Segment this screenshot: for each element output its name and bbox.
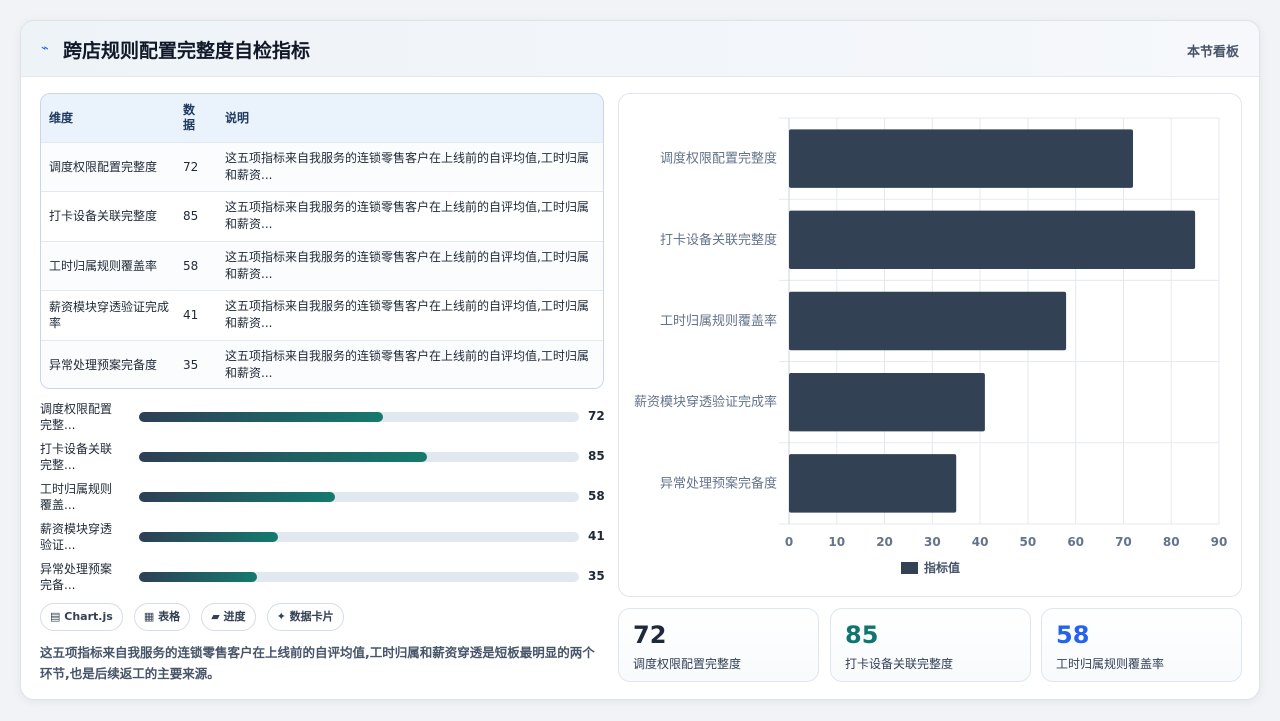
sparkle-icon: ✦ (276, 610, 286, 623)
progress-label: 调度权限配置完整... (40, 402, 113, 432)
row-dimension: 薪资模块穿透验证完成率 (49, 300, 170, 331)
progress-label: 打卡设备关联完整... (40, 442, 113, 472)
progress-track (139, 492, 579, 502)
progress-label: 异常处理预案完备... (40, 562, 113, 592)
bar (789, 129, 1133, 188)
page-title: 跨店规则配置完整度自检指标 (63, 40, 311, 62)
bar-chart-svg: 调度权限配置完整度打卡设备关联完整度工时归属规则覆盖率薪资模块穿透验证完成率异常… (634, 117, 1228, 575)
column-header-data: 数据 (183, 102, 196, 132)
table-row: 薪资模块穿透验证完成率 41 这五项指标来自我服务的连锁零售客户在上线前的自评均… (41, 290, 603, 341)
x-tick-label: 0 (785, 535, 793, 549)
row-description: 这五项指标来自我服务的连锁零售客户在上线前的自评均值,工时归属和薪资... (225, 349, 589, 380)
row-dimension: 工时归属规则覆盖率 (49, 258, 158, 273)
x-tick-label: 10 (828, 535, 845, 549)
row-dimension: 打卡设备关联完整度 (49, 209, 158, 224)
stat-label: 工时归属规则覆盖率 (1056, 657, 1165, 671)
category-label: 打卡设备关联完整度 (660, 232, 777, 248)
row-value: 85 (183, 209, 199, 224)
dashboard-card: ⌁ 跨店规则配置完整度自检指标 本节看板 维度 数据 说明 调度权限配置完整度 … (20, 20, 1260, 700)
progress-row: 薪资模块穿透验证... 41 (40, 521, 605, 555)
progress-fill (139, 412, 383, 422)
row-dimension: 调度权限配置完整度 (49, 159, 158, 174)
progress-row: 打卡设备关联完整... 85 (40, 441, 605, 475)
section-board-link[interactable]: 本节看板 (1187, 41, 1239, 60)
summary-note: 这五项指标来自我服务的连锁零售客户在上线前的自评均值,工时归属和薪资穿透是短板最… (40, 645, 595, 681)
row-description: 这五项指标来自我服务的连锁零售客户在上线前的自评均值,工时归属和薪资... (225, 150, 589, 182)
category-label: 工时归属规则覆盖率 (660, 313, 777, 329)
progress-value: 35 (588, 569, 605, 583)
category-label: 异常处理预案完备度 (660, 475, 777, 491)
table-row: 工时归属规则覆盖率 58 这五项指标来自我服务的连锁零售客户在上线前的自评均值,… (41, 241, 603, 291)
progress-icon: ▰ (211, 610, 220, 623)
stat-label: 打卡设备关联完整度 (845, 657, 954, 671)
bar (789, 454, 957, 513)
stat-card: 85 打卡设备关联完整度 (830, 608, 1031, 682)
legend-label: 指标值 (924, 560, 960, 575)
table-row: 打卡设备关联完整度 85 这五项指标来自我服务的连锁零售客户在上线前的自评均值,… (41, 191, 603, 242)
metrics-table: 维度 数据 说明 调度权限配置完整度 72 这五项指标来自我服务的连锁零售客户在… (40, 93, 604, 389)
tag-list: ▤ Chart.js ▦ 表格 ▰ 进度 ✦ 数据卡片 (40, 603, 350, 631)
x-tick-label: 60 (1067, 535, 1084, 549)
legend-swatch (901, 562, 918, 574)
row-dimension: 异常处理预案完备度 (49, 358, 158, 372)
table-icon: ▦ (143, 610, 155, 623)
trend-icon: ⌁ (41, 41, 49, 56)
progress-label: 薪资模块穿透验证... (40, 522, 113, 552)
bar-chart: 调度权限配置完整度 打卡设备关联完整度 工时归属规则覆盖率薪资模块穿透验证完成率异常… (618, 93, 1242, 597)
chart-icon: ▤ (50, 610, 61, 623)
table-header-row: 维度 数据 说明 (41, 94, 603, 142)
progress-value: 41 (588, 529, 605, 543)
row-value: 72 (183, 159, 199, 174)
x-tick-label: 70 (1115, 535, 1132, 549)
x-tick-label: 40 (972, 535, 989, 549)
row-value: 41 (183, 308, 199, 323)
progress-track (139, 572, 579, 582)
tag-table[interactable]: ▦ 表格 (133, 603, 191, 631)
progress-fill (139, 452, 427, 462)
x-tick-label: 20 (876, 535, 893, 549)
row-value: 35 (183, 358, 199, 372)
stat-card: 58 工时归属规则覆盖率 (1041, 608, 1242, 682)
stat-value: 72 (633, 621, 667, 649)
stat-label: 调度权限配置完整度 (633, 657, 742, 671)
row-description: 这五项指标来自我服务的连锁零售客户在上线前的自评均值,工时归属和薪资... (225, 249, 589, 281)
row-description: 这五项指标来自我服务的连锁零售客户在上线前的自评均值,工时归属和薪资... (225, 299, 589, 331)
progress-fill (139, 532, 278, 542)
category-label: 调度权限配置完整度 (660, 151, 777, 167)
progress-fill (139, 572, 258, 582)
tag-progress[interactable]: ▰ 进度 (201, 603, 256, 631)
progress-row: 异常处理预案完备... 35 (40, 561, 605, 595)
progress-value: 58 (588, 489, 605, 503)
table-row: 异常处理预案完备度 35 这五项指标来自我服务的连锁零售客户在上线前的自评均值,… (41, 340, 603, 388)
progress-track (139, 532, 579, 542)
progress-track (139, 412, 579, 422)
x-tick-label: 50 (1020, 535, 1037, 549)
progress-row: 工时归属规则覆盖... 58 (40, 481, 605, 515)
progress-value: 85 (588, 449, 605, 463)
bar (789, 291, 1067, 351)
progress-track (139, 452, 579, 462)
row-value: 58 (183, 258, 199, 273)
stat-value: 58 (1056, 621, 1090, 649)
column-header-desc: 说明 (225, 111, 250, 126)
x-tick-label: 30 (924, 535, 941, 549)
tag-chartjs[interactable]: ▤ Chart.js (40, 603, 123, 631)
x-tick-label: 90 (1211, 535, 1228, 549)
bar (789, 372, 985, 432)
progress-value: 72 (588, 409, 605, 423)
category-label: 薪资模块穿透验证完成率 (634, 394, 777, 410)
header-bar: ⌁ 跨店规则配置完整度自检指标 本节看板 (21, 21, 1259, 77)
tag-data-card[interactable]: ✦ 数据卡片 (266, 603, 344, 631)
x-tick-label: 80 (1163, 535, 1180, 549)
row-description: 这五项指标来自我服务的连锁零售客户在上线前的自评均值,工时归属和薪资... (225, 200, 589, 232)
stat-value: 85 (845, 621, 879, 649)
column-header-dimension: 维度 (49, 111, 74, 126)
progress-label: 工时归属规则覆盖... (40, 482, 113, 512)
progress-row: 调度权限配置完整... 72 (40, 401, 605, 435)
stat-card: 72 调度权限配置完整度 (618, 608, 819, 682)
bar (789, 210, 1196, 270)
table-row: 调度权限配置完整度 72 这五项指标来自我服务的连锁零售客户在上线前的自评均值,… (41, 142, 603, 192)
progress-fill (139, 492, 336, 502)
